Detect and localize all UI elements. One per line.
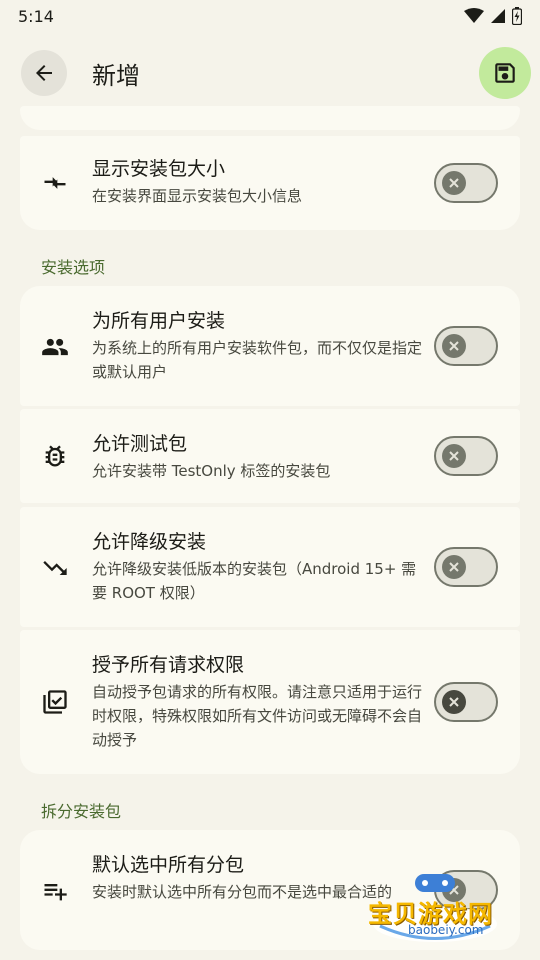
setting-description: 允许安装带 TestOnly 标签的安装包 [92, 462, 331, 480]
setting-grant-all-permissions[interactable]: 授予所有请求权限 自动授予包请求的所有权限。请注意只适用于运行时权限，特殊权限如… [20, 630, 520, 774]
close-icon [449, 697, 459, 707]
library-add-check-icon [40, 687, 70, 717]
bug-icon [40, 441, 70, 471]
save-button[interactable] [479, 47, 531, 99]
toggle-allow-test-packages[interactable] [434, 436, 498, 476]
toggle-grant-all-permissions[interactable] [434, 682, 498, 722]
toggle-show-package-size[interactable] [434, 163, 498, 203]
setting-title: 授予所有请求权限 [92, 654, 245, 676]
previous-card-remnant [20, 106, 520, 130]
save-icon [495, 63, 515, 83]
close-icon [449, 341, 459, 351]
signal-icon [491, 9, 505, 23]
setting-title: 为所有用户安装 [92, 310, 226, 332]
setting-description: 为系统上的所有用户安装软件包，而不仅仅是指定或默认用户 [92, 339, 423, 381]
setting-allow-test-packages[interactable]: 允许测试包 允许安装带 TestOnly 标签的安装包 [20, 409, 520, 503]
setting-title: 显示安装包大小 [92, 158, 226, 180]
playlist-add-icon [40, 876, 70, 906]
settings-list[interactable]: 显示安装包大小 在安装界面显示安装包大小信息 安装选项 为所有用户安装 为系统上… [0, 106, 540, 960]
setting-allow-downgrade[interactable]: 允许降级安装 允许降级安装低版本的安装包（Android 15+ 需要 ROOT… [20, 507, 520, 627]
close-icon [449, 451, 459, 461]
status-icons [464, 7, 522, 25]
app-bar: 新增 [0, 38, 540, 106]
setting-install-all-users[interactable]: 为所有用户安装 为系统上的所有用户安装软件包，而不仅仅是指定或默认用户 [20, 286, 520, 406]
compress-arrows-icon [40, 168, 70, 198]
section-header-install-options: 安装选项 [41, 258, 106, 277]
toggle-allow-downgrade[interactable] [434, 547, 498, 587]
wifi-icon [464, 8, 484, 23]
people-icon [40, 332, 70, 362]
toggle-install-all-users[interactable] [434, 326, 498, 366]
back-button[interactable] [21, 50, 67, 96]
close-icon [449, 562, 459, 572]
page-title: 新增 [92, 62, 140, 90]
trending-down-icon [40, 553, 70, 583]
status-time: 5:14 [18, 6, 54, 26]
watermark-url: baobeiy.com [408, 923, 484, 937]
setting-title: 允许降级安装 [92, 531, 207, 553]
close-icon [449, 178, 459, 188]
battery-icon [512, 7, 522, 25]
section-header-split-packages: 拆分安装包 [41, 802, 122, 821]
setting-show-package-size[interactable]: 显示安装包大小 在安装界面显示安装包大小信息 [20, 136, 520, 230]
arrow-back-icon [36, 65, 52, 81]
setting-description: 在安装界面显示安装包大小信息 [92, 187, 303, 205]
setting-description: 自动授予包请求的所有权限。请注意只适用于运行时权限，特殊权限如所有文件访问或无障… [92, 683, 423, 749]
watermark-logo: 宝贝游戏网 baobeiy.com [360, 866, 510, 946]
setting-description: 允许降级安装低版本的安装包（Android 15+ 需要 ROOT 权限） [92, 560, 417, 602]
status-bar: 5:14 [0, 0, 540, 32]
setting-title: 允许测试包 [92, 433, 188, 455]
